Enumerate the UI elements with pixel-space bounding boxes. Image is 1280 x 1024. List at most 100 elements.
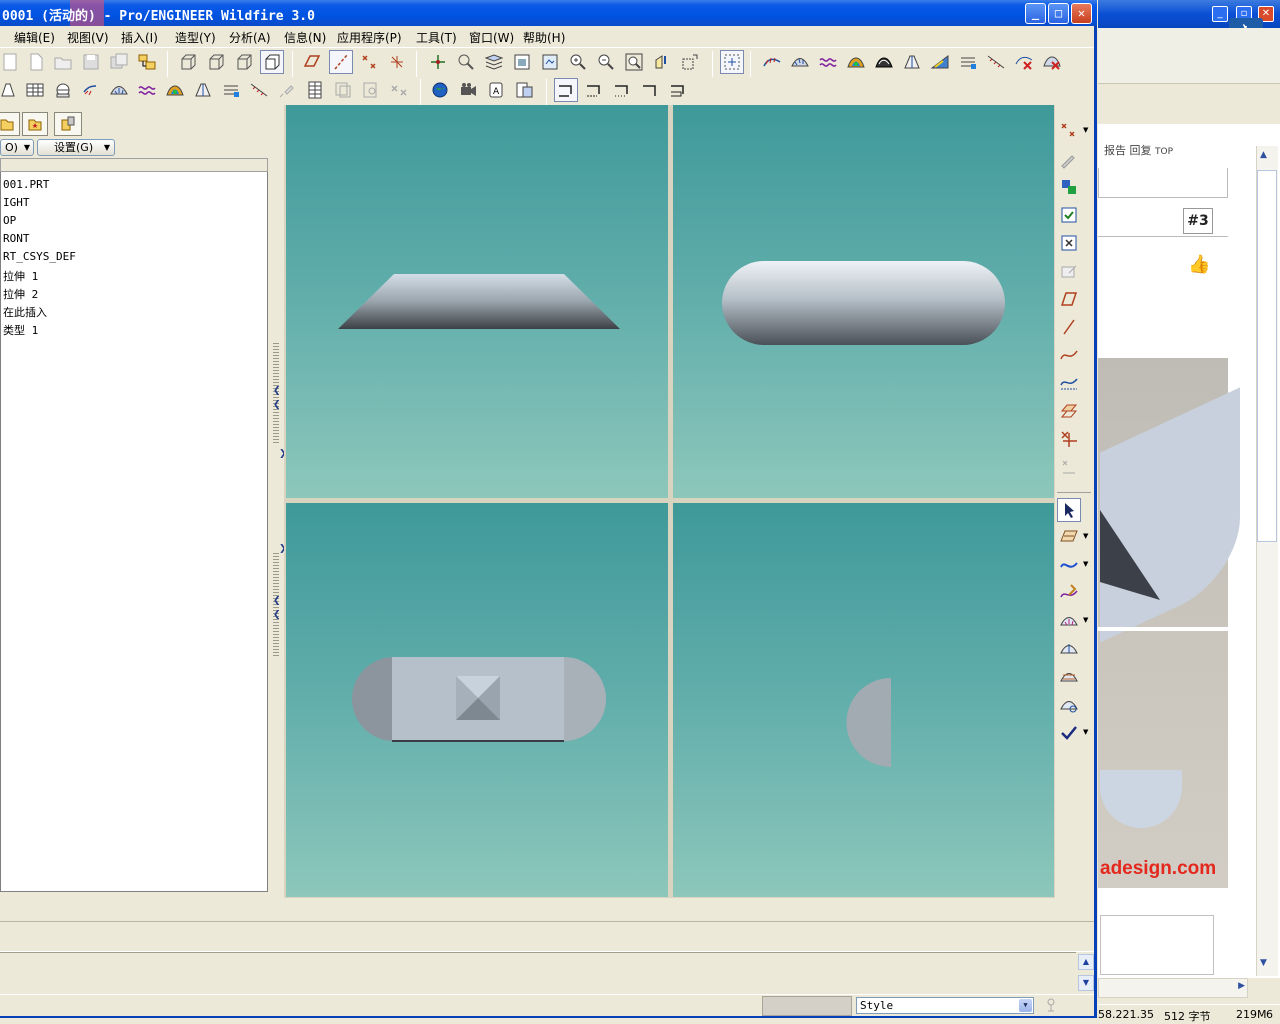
section-analysis-icon[interactable]	[956, 50, 980, 74]
reorient-icon[interactable]	[650, 50, 674, 74]
minimize-button[interactable]: _	[1025, 3, 1046, 24]
menu-analysis[interactable]: 分析(A)	[229, 29, 271, 46]
show-dropdown[interactable]: O) ▼	[0, 139, 34, 156]
viewport-iso-view[interactable]	[673, 503, 1054, 897]
save-icon[interactable]	[79, 50, 103, 74]
viewport-side-view[interactable]	[673, 105, 1054, 498]
surface-tool-icon[interactable]	[1057, 609, 1081, 633]
color-map-icon[interactable]	[844, 50, 868, 74]
datum-plane-icon[interactable]	[300, 50, 324, 74]
find-icon[interactable]	[359, 78, 383, 102]
plane-tool-icon[interactable]	[1057, 287, 1081, 311]
tree-item-type-1[interactable]: 类型 1	[3, 322, 38, 338]
globe-icon[interactable]	[428, 78, 452, 102]
tab-folder-browser[interactable]	[0, 112, 20, 136]
tab-connections[interactable]	[54, 112, 82, 136]
collapse-arrow-icon[interactable]: ❮	[273, 386, 281, 396]
mirror-icon[interactable]	[387, 78, 411, 102]
shading-icon[interactable]	[260, 50, 284, 74]
measure-tool-icon[interactable]	[1057, 455, 1081, 479]
plane-style-icon[interactable]	[1057, 525, 1081, 549]
curve-on-surface-icon[interactable]	[1057, 371, 1081, 395]
boundary-icon[interactable]	[135, 78, 159, 102]
table-icon[interactable]	[23, 78, 47, 102]
background-reply-box[interactable]	[1100, 915, 1214, 975]
view-manager-icon[interactable]	[510, 50, 534, 74]
background-scroll-thumb[interactable]	[1257, 170, 1277, 542]
shaded-curvature-icon[interactable]	[872, 50, 896, 74]
dropdown-arrow-icon[interactable]: ▼	[1083, 616, 1088, 624]
menu-tools[interactable]: 工具(T)	[416, 29, 457, 46]
settings-dropdown[interactable]: 设置(G) ▼	[37, 139, 115, 156]
curve-tool-icon[interactable]	[1057, 343, 1081, 367]
blend-icon[interactable]	[107, 78, 131, 102]
viewport-front-view[interactable]	[286, 105, 668, 498]
fillet-curve-icon[interactable]	[666, 78, 690, 102]
close-button[interactable]: ✕	[1071, 3, 1092, 24]
filter-icon[interactable]	[1044, 997, 1058, 1013]
tree-item-insert-here[interactable]: 在此插入	[3, 304, 47, 320]
snap-grid-icon[interactable]	[720, 50, 744, 74]
regenerate-tool-icon[interactable]	[1057, 203, 1081, 227]
done-check-icon[interactable]	[1057, 721, 1081, 745]
navigator-splitter[interactable]: ❮ ❮ ❯ ❯ ❮ ❮	[271, 108, 287, 898]
window-titlebar[interactable]: 0001 (活动的) - Pro/ENGINEER Wildfire 3.0 _…	[0, 0, 1097, 30]
select-pointer-icon[interactable]	[1057, 498, 1081, 522]
pin-icon[interactable]	[275, 78, 299, 102]
import-tool-icon[interactable]	[1057, 175, 1081, 199]
surface-color-icon[interactable]	[163, 78, 187, 102]
tree-item-front[interactable]: RONT	[3, 232, 30, 245]
open-folder-icon[interactable]	[51, 50, 75, 74]
menu-applications[interactable]: 应用程序(P)	[337, 29, 402, 46]
new-file-icon[interactable]	[24, 50, 48, 74]
menu-help[interactable]: 帮助(H)	[523, 29, 565, 46]
maximize-button[interactable]: □	[1048, 3, 1069, 24]
offset-icon[interactable]	[247, 78, 271, 102]
tab-favorites[interactable]	[22, 112, 48, 136]
copy-icon[interactable]	[331, 78, 355, 102]
intersect-tool-icon[interactable]	[1057, 427, 1081, 451]
dropdown-arrow-icon[interactable]: ▼	[1083, 728, 1088, 736]
axis-tool-icon[interactable]	[1057, 315, 1081, 339]
layers-icon[interactable]	[482, 50, 506, 74]
style-curve-icon[interactable]	[554, 78, 578, 102]
menu-window[interactable]: 窗口(W)	[469, 29, 514, 46]
corner-icon[interactable]	[638, 78, 662, 102]
message-scroll-up-icon[interactable]: ▲	[1078, 954, 1094, 970]
reflection-icon[interactable]	[928, 50, 952, 74]
refit-icon[interactable]	[622, 50, 646, 74]
style-curve-tool-icon[interactable]	[1057, 553, 1081, 577]
orient-icon[interactable]	[454, 50, 478, 74]
menu-style[interactable]: 造型(Y)	[175, 29, 216, 46]
thumbs-up-icon[interactable]: 👍	[1188, 254, 1210, 275]
tree-item-extrude-2[interactable]: 拉伸 2	[3, 286, 38, 302]
tree-item-top[interactable]: OP	[3, 214, 16, 227]
datum-point-icon[interactable]	[357, 50, 381, 74]
surface-curvature-icon[interactable]	[788, 50, 812, 74]
background-reply-links[interactable]: 报告 回复 TOP	[1104, 142, 1173, 158]
message-scroll-down-icon[interactable]: ▼	[1078, 975, 1094, 991]
sketch-tool-icon[interactable]	[1057, 147, 1081, 171]
surface-copy-icon[interactable]	[1057, 399, 1081, 423]
sweep-icon[interactable]	[79, 78, 103, 102]
background-minimize-button[interactable]: _	[1212, 6, 1228, 22]
surface-connect-icon[interactable]	[1057, 637, 1081, 661]
circle-curve-icon[interactable]	[582, 78, 606, 102]
dropdown-arrow-icon[interactable]: ▼	[1083, 126, 1088, 134]
menu-info[interactable]: 信息(N)	[284, 29, 326, 46]
revolve-icon[interactable]	[51, 78, 75, 102]
film-icon[interactable]	[303, 78, 327, 102]
annotation-icon[interactable]: A	[484, 78, 508, 102]
datum-csys-icon[interactable]	[385, 50, 409, 74]
sketch-edit-icon[interactable]	[1057, 259, 1081, 283]
saved-views-icon[interactable]	[538, 50, 562, 74]
dropdown-arrow-icon[interactable]: ▼	[1083, 532, 1088, 540]
draft-icon[interactable]	[191, 78, 215, 102]
menu-insert[interactable]: 插入(I)	[121, 29, 158, 46]
surface-trim-icon[interactable]	[1057, 665, 1081, 689]
report-icon[interactable]	[512, 78, 536, 102]
arc-curve-icon[interactable]	[610, 78, 634, 102]
no-hidden-icon[interactable]	[232, 50, 256, 74]
collapse-arrow-icon[interactable]: ❮	[273, 596, 281, 606]
collapse-arrow-icon[interactable]: ❮	[273, 400, 281, 410]
